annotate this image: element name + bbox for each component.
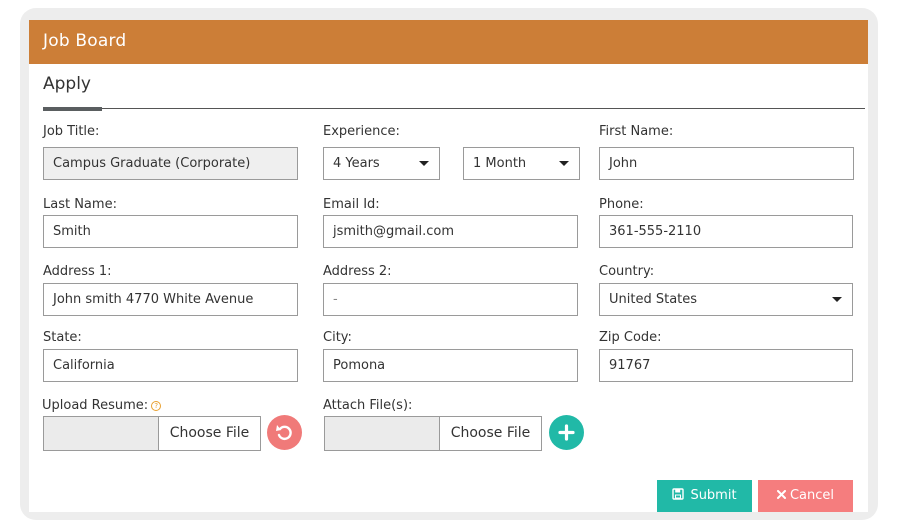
attach-file-input[interactable]: Choose File — [324, 416, 542, 451]
add-attachment-button[interactable] — [549, 415, 584, 450]
upload-resume-label: Upload Resume:? — [42, 398, 162, 413]
last-name-field[interactable]: Smith — [43, 215, 298, 248]
tab-apply[interactable]: Apply — [43, 74, 91, 94]
experience-months-value: 1 Month — [473, 156, 527, 171]
plus-icon — [558, 424, 575, 441]
phone-field[interactable]: 361-555-2110 — [599, 215, 853, 248]
cancel-label: Cancel — [789, 488, 835, 503]
email-field[interactable]: jsmith@gmail.com — [323, 215, 578, 248]
page-frame: Job Board Apply Job Title: Campus Gradua… — [20, 8, 878, 520]
state-field[interactable]: California — [43, 349, 298, 382]
address1-field[interactable]: John smith 4770 White Avenue — [43, 283, 298, 316]
city-label: City: — [323, 330, 352, 345]
submit-button[interactable]: Submit — [657, 480, 752, 512]
tab-active-indicator — [43, 107, 102, 111]
last-name-label: Last Name: — [43, 197, 117, 212]
country-select[interactable]: United States — [599, 283, 853, 316]
submit-label: Submit — [690, 488, 737, 503]
caret-down-icon — [559, 161, 569, 166]
times-icon — [776, 490, 786, 499]
resume-choose-file-button[interactable]: Choose File — [158, 416, 261, 451]
upload-resume-text: Upload Resume: — [42, 398, 149, 413]
cancel-button[interactable]: Cancel — [758, 480, 853, 512]
zip-field[interactable]: 91767 — [599, 349, 853, 382]
country-value: United States — [609, 292, 698, 307]
state-label: State: — [43, 330, 82, 345]
experience-years-select[interactable]: 4 Years — [323, 147, 440, 180]
phone-label: Phone: — [599, 197, 644, 212]
job-title-label: Job Title: — [43, 124, 100, 139]
page-title: Job Board — [43, 31, 127, 51]
country-label: Country: — [599, 264, 655, 279]
experience-label: Experience: — [323, 124, 400, 139]
caret-down-icon — [832, 297, 842, 302]
undo-icon — [276, 425, 292, 441]
first-name-label: First Name: — [599, 124, 674, 139]
job-board-card: Job Board Apply Job Title: Campus Gradua… — [29, 20, 868, 512]
experience-years-value: 4 Years — [333, 156, 380, 171]
address1-label: Address 1: — [43, 264, 112, 279]
address2-field[interactable]: - — [323, 283, 578, 316]
zip-label: Zip Code: — [599, 330, 662, 345]
resume-file-input[interactable]: Choose File — [43, 416, 261, 451]
address2-label: Address 2: — [323, 264, 392, 279]
caret-down-icon — [419, 161, 429, 166]
experience-months-select[interactable]: 1 Month — [463, 147, 580, 180]
city-field[interactable]: Pomona — [323, 349, 578, 382]
email-label: Email Id: — [323, 197, 380, 212]
help-icon[interactable]: ? — [151, 400, 162, 411]
attach-choose-file-button[interactable]: Choose File — [439, 416, 542, 451]
tab-divider — [43, 108, 865, 109]
reset-resume-button[interactable] — [267, 415, 302, 450]
first-name-field[interactable]: John — [599, 147, 854, 180]
job-title-field: Campus Graduate (Corporate) — [43, 147, 298, 180]
save-icon — [672, 488, 685, 500]
attach-files-label: Attach File(s): — [323, 398, 413, 413]
card-header: Job Board — [29, 20, 868, 64]
